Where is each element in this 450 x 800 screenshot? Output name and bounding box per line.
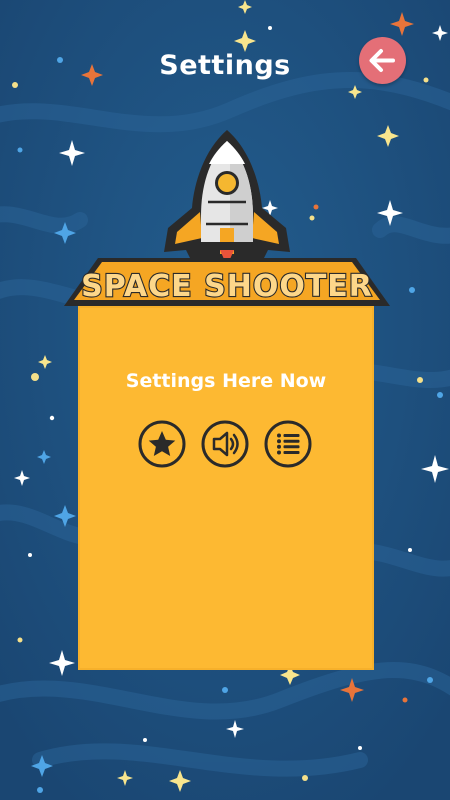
- star-icon: [138, 420, 186, 468]
- back-button[interactable]: [359, 37, 406, 84]
- sound-button[interactable]: [201, 420, 249, 468]
- game-logo-title: SPACE SHOOTER: [81, 269, 373, 304]
- list-icon: [264, 420, 312, 468]
- speaker-icon: [201, 420, 249, 468]
- game-logo: SPACE SHOOTER: [64, 130, 390, 306]
- settings-message: Settings Here Now: [125, 370, 327, 392]
- rate-button[interactable]: [138, 420, 186, 468]
- rocket-icon: [164, 130, 290, 266]
- settings-panel: Settings Here Now: [80, 308, 372, 668]
- menu-list-button[interactable]: [264, 420, 312, 468]
- arrow-left-icon: [369, 49, 395, 72]
